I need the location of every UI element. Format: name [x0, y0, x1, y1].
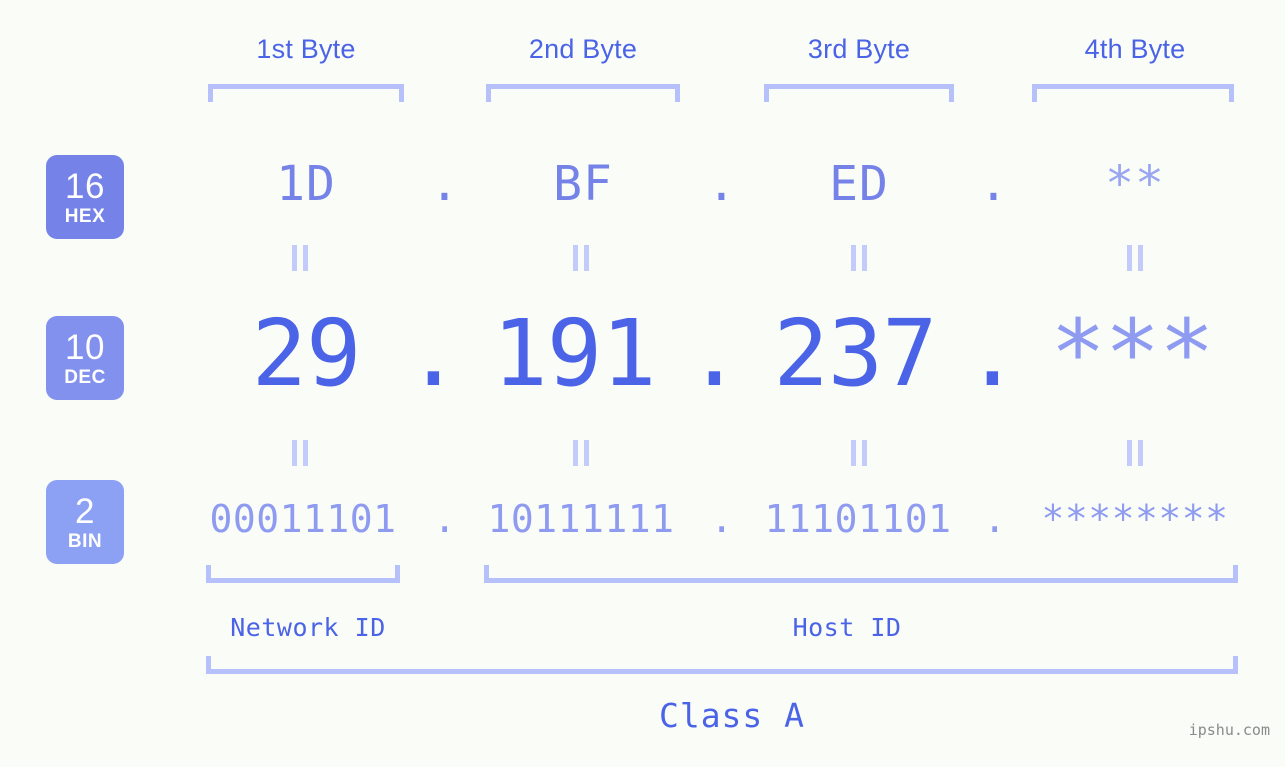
binary-byte-2: 10111111	[487, 497, 675, 541]
binary-separator-3: .	[983, 497, 1007, 541]
byte-header-label-3: 3rd Byte	[807, 34, 911, 64]
hex-separator-3: .	[979, 156, 1009, 212]
hex-byte-1: 1D	[276, 156, 336, 212]
byte-bracket-top-2	[486, 84, 680, 102]
network-id-label: Network ID	[230, 613, 386, 642]
equals-connector-dec-bin-3	[848, 440, 870, 466]
hex-byte-2: BF	[553, 156, 613, 212]
host-id-bracket	[484, 565, 1238, 583]
hex-byte-3: ED	[829, 156, 889, 212]
decimal-byte-2: 191	[492, 300, 656, 407]
decimal-separator-2: .	[686, 300, 742, 407]
binary-separator-1: .	[433, 497, 457, 541]
hex-separator-1: .	[430, 156, 460, 212]
equals-connector-hex-dec-3	[848, 245, 870, 271]
network-id-bracket	[206, 565, 400, 583]
decimal-byte-3: 237	[773, 300, 937, 407]
ip-address-breakdown-diagram: 1st Byte 2nd Byte 3rd Byte 4th Byte 16 H…	[0, 0, 1285, 767]
host-id-label: Host ID	[792, 613, 902, 642]
hex-value-row: 1D . BF . ED . **	[0, 156, 1285, 218]
equals-connector-dec-bin-2	[570, 440, 592, 466]
binary-byte-1: 00011101	[209, 497, 397, 541]
equals-connector-hex-dec-4	[1124, 245, 1146, 271]
equals-connector-hex-dec-2	[570, 245, 592, 271]
byte-bracket-top-1	[208, 84, 404, 102]
byte-bracket-top-4	[1032, 84, 1234, 102]
equals-connector-dec-bin-4	[1124, 440, 1146, 466]
binary-value-row: 00011101 . 10111111 . 11101101 . *******…	[0, 497, 1285, 547]
decimal-byte-1: 29	[251, 300, 362, 407]
class-label: Class A	[658, 696, 806, 735]
equals-connector-hex-dec-1	[289, 245, 311, 271]
decimal-byte-4-masked: ***	[1050, 300, 1214, 407]
binary-byte-4-masked: ********	[1041, 497, 1229, 541]
hex-separator-2: .	[707, 156, 737, 212]
decimal-separator-1: .	[405, 300, 461, 407]
hex-byte-4-masked: **	[1105, 156, 1165, 212]
byte-header-label-2: 2nd Byte	[528, 34, 638, 64]
binary-separator-2: .	[710, 497, 734, 541]
equals-connector-dec-bin-1	[289, 440, 311, 466]
decimal-value-row: 29 . 191 . 237 . ***	[0, 300, 1285, 410]
byte-header-label-4: 4th Byte	[1084, 34, 1186, 64]
byte-bracket-top-3	[764, 84, 954, 102]
site-watermark: ipshu.com	[1188, 721, 1270, 739]
decimal-separator-3: .	[964, 300, 1020, 407]
class-bracket	[206, 656, 1238, 674]
binary-byte-3: 11101101	[764, 497, 952, 541]
byte-header-label-1: 1st Byte	[256, 34, 356, 64]
